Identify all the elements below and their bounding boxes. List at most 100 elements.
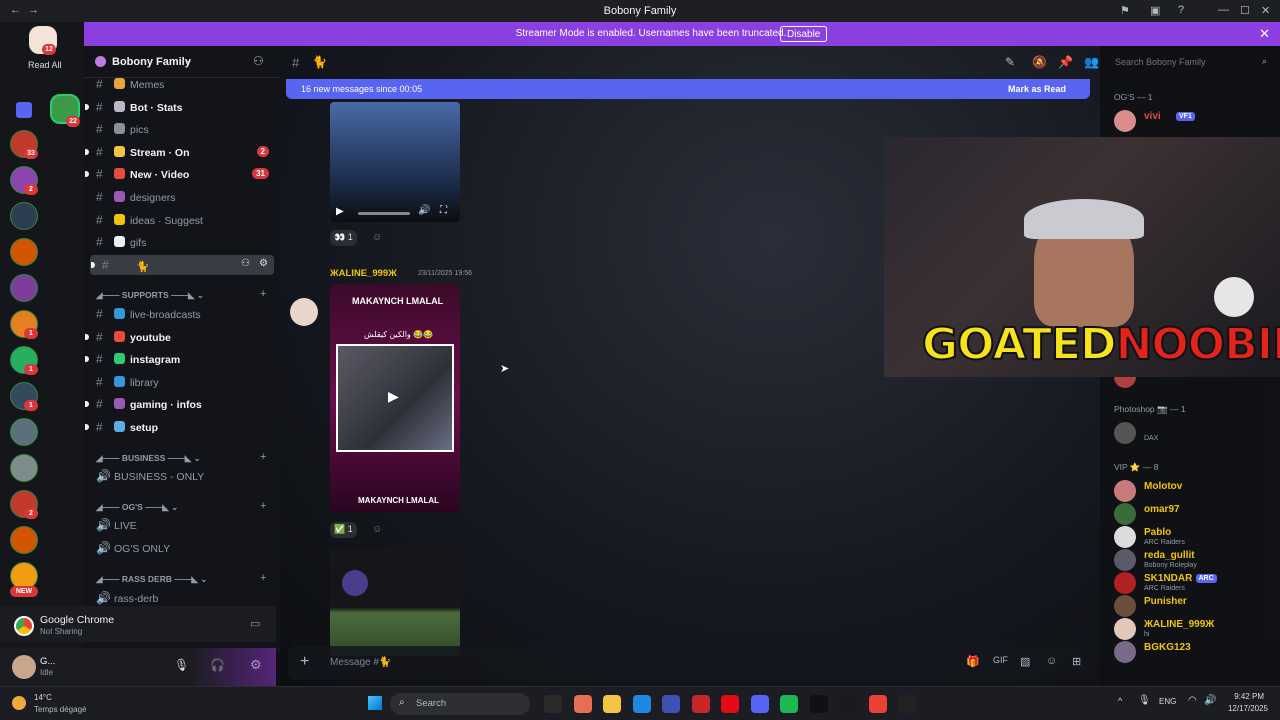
taskbar-app-icon[interactable] <box>721 695 739 713</box>
member-item[interactable]: Molotov <box>1104 478 1280 502</box>
channel-item[interactable]: # 🐈 ⚇ ⚙ <box>90 254 274 275</box>
username[interactable]: G... <box>40 656 55 667</box>
message-composer[interactable]: + Message #🐈 🎁 GIF ▨ ☺ ⊞ <box>288 646 1096 680</box>
tray-mic-icon[interactable]: 🎙 <box>1138 695 1151 706</box>
wifi-icon[interactable]: ◠ <box>1188 695 1197 706</box>
sticker-icon[interactable]: ▨ <box>1020 655 1030 668</box>
read-all-label[interactable]: Read All <box>28 60 62 70</box>
add-reaction-icon[interactable]: ☺ <box>372 232 382 243</box>
windows-start-icon[interactable] <box>368 696 382 710</box>
folder-icon[interactable] <box>16 102 32 118</box>
channel-item[interactable]: # library <box>84 372 280 392</box>
reaction-eyes[interactable]: 👀 1 <box>330 230 357 246</box>
channel-item[interactable]: 🔊 BUSINESS - ONLY <box>84 466 280 486</box>
inbox-icon[interactable]: ⚑ <box>1120 4 1130 17</box>
reaction-check[interactable]: ✅ 1 <box>330 522 357 538</box>
tray-chevron-icon[interactable]: ^ <box>1118 696 1122 706</box>
taskbar-app-icon[interactable] <box>750 695 769 713</box>
apps-icon[interactable]: ⊞ <box>1072 655 1081 668</box>
microphone-icon[interactable]: 🎙 <box>174 658 189 672</box>
message-author[interactable]: ЖALINE_999Ж <box>330 268 397 279</box>
server-icon[interactable] <box>10 274 38 302</box>
server-icon[interactable] <box>10 238 38 266</box>
settings-gear-icon[interactable]: ⚙ <box>259 258 268 269</box>
taskbar-app-icon[interactable] <box>839 695 857 713</box>
help-icon[interactable]: ? <box>1178 4 1184 16</box>
category-header[interactable]: ◢—— RASS DERB ——◣ ⌄ <box>96 574 207 585</box>
create-channel-icon[interactable]: + <box>260 500 266 512</box>
taskbar-search[interactable]: ⌕ Search <box>390 693 530 715</box>
category-header[interactable]: ◢—— OG'S ——◣ ⌄ <box>96 502 178 513</box>
create-channel-icon[interactable]: + <box>260 288 266 300</box>
member-item[interactable]: DAX <box>1104 420 1280 444</box>
channel-item[interactable]: # youtube <box>84 327 280 347</box>
member-item[interactable]: BGKG123 <box>1104 639 1280 663</box>
server-icon[interactable] <box>10 526 38 554</box>
taskbar-app-icon[interactable] <box>573 695 592 713</box>
taskbar-app-icon[interactable] <box>898 695 916 713</box>
play-icon[interactable]: ▶ <box>388 388 399 405</box>
member-item[interactable]: reda_gullit Bobony Roleplay <box>1104 547 1280 571</box>
play-icon[interactable]: ▶ <box>336 206 344 217</box>
taskbar-app-icon[interactable] <box>780 695 798 713</box>
create-channel-icon[interactable]: + <box>260 572 266 584</box>
channel-item[interactable]: # Stream · On 2 <box>84 142 280 162</box>
volume-icon[interactable]: 🔊 <box>418 205 430 216</box>
server-icon[interactable] <box>10 418 38 446</box>
channel-item[interactable]: # gaming · infos <box>84 394 280 414</box>
new-messages-bar[interactable]: 16 new messages since 00:05 Mark as Read <box>286 79 1090 99</box>
member-item[interactable]: SK1NDAR ARC Raiders ARC <box>1104 570 1280 594</box>
channel-item[interactable]: # New · Video 31 <box>84 164 280 184</box>
add-friend-icon[interactable]: ⚇ <box>253 54 264 68</box>
server-icon[interactable] <box>10 454 38 482</box>
mark-as-read-button[interactable]: Mark as Read <box>1008 84 1066 94</box>
add-reaction-icon[interactable]: ☺ <box>372 524 382 535</box>
server-icon[interactable] <box>10 202 38 230</box>
taskbar-app-icon[interactable] <box>662 695 680 713</box>
channel-item[interactable]: # ideas · Suggest <box>84 210 280 230</box>
pin-icon[interactable]: 📌 <box>1058 55 1073 69</box>
close-icon[interactable]: ✕ <box>1259 26 1270 42</box>
language-indicator[interactable]: ENG <box>1159 697 1176 706</box>
channel-item[interactable]: # Bot · Stats <box>84 97 280 117</box>
member-item[interactable]: vivi VF1 <box>1104 108 1280 132</box>
image-attachment[interactable]: MAKAYNCH LMALAL والكين كيقلش 😂😂 ▶ MAKAYN… <box>330 284 460 512</box>
threads-icon[interactable]: ✎ <box>1005 55 1015 69</box>
member-item[interactable]: Punisher <box>1104 593 1280 617</box>
taskbar-app-icon[interactable] <box>603 695 621 713</box>
category-header[interactable]: ◢—— SUPPORTS ——◣ ⌄ <box>96 290 204 301</box>
channel-item[interactable]: # pics <box>84 119 280 139</box>
channel-item[interactable]: # live-broadcasts <box>84 304 280 324</box>
fullscreen-icon[interactable]: ⛶ <box>440 205 447 216</box>
minimize-icon[interactable]: — <box>1218 4 1229 16</box>
clock-time[interactable]: 9:42 PM <box>1226 692 1264 701</box>
invite-icon[interactable]: ⚇ <box>241 258 250 269</box>
close-window-icon[interactable]: ✕ <box>1261 4 1270 17</box>
gift-icon[interactable]: 🎁 <box>966 655 980 668</box>
channel-item[interactable]: # Memes <box>84 74 280 94</box>
server-name[interactable]: Bobony Family <box>112 56 191 68</box>
channel-item[interactable]: # instagram <box>84 349 280 369</box>
maximize-icon[interactable]: ☐ <box>1240 4 1250 17</box>
channel-item[interactable]: 🔊 rass-derb <box>84 588 280 608</box>
category-header[interactable]: ◢—— BUSINESS ——◣ ⌄ <box>96 453 201 464</box>
chevron-down-icon[interactable]: ⌄ <box>185 55 193 66</box>
avatar[interactable] <box>12 655 36 679</box>
search-input[interactable] <box>1110 52 1250 72</box>
disable-streamer-button[interactable]: Disable <box>780 26 828 42</box>
create-channel-icon[interactable]: + <box>260 451 266 463</box>
share-screen-icon[interactable]: ▭ <box>250 617 260 630</box>
channel-item[interactable]: # setup <box>84 417 280 437</box>
member-item[interactable]: ЖALINE_999Ж hi <box>1104 616 1280 640</box>
member-list-icon[interactable]: 👥 <box>1084 55 1099 69</box>
screen-icon[interactable]: ▣ <box>1150 4 1160 17</box>
taskbar-app-icon[interactable] <box>691 695 710 713</box>
message-input[interactable]: Message #🐈 <box>330 657 391 668</box>
channel-item[interactable]: # designers <box>84 187 280 207</box>
mute-icon[interactable]: 🔕 <box>1032 55 1047 69</box>
taskbar-app-icon[interactable] <box>632 695 651 713</box>
search-box[interactable]: ⌕ <box>1110 52 1272 72</box>
channel-item[interactable]: 🔊 OG'S ONLY <box>84 538 280 558</box>
image-attachment[interactable] <box>330 548 460 656</box>
taskbar-app-icon[interactable] <box>544 695 562 713</box>
